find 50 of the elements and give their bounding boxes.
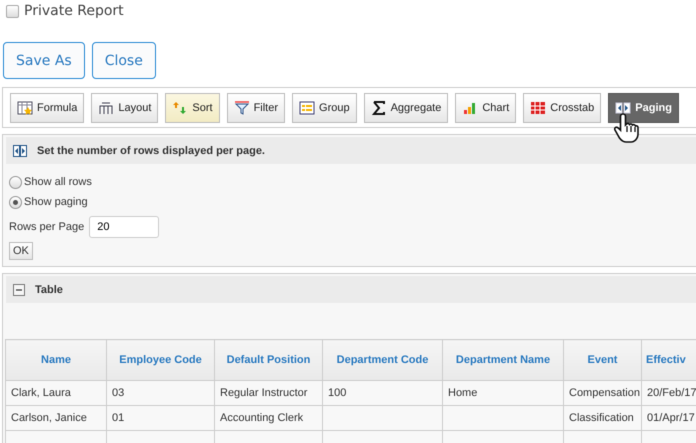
table-cell: 100 bbox=[328, 387, 346, 399]
group-icon bbox=[299, 100, 316, 114]
table-cell: Accounting Clerk bbox=[220, 412, 304, 424]
table-cell: Clark, Laura bbox=[11, 387, 71, 399]
collapse-icon[interactable] bbox=[13, 284, 25, 296]
table-cell: Home bbox=[448, 387, 478, 399]
toolbar-button[interactable]: Group bbox=[292, 92, 357, 122]
private-report-checkbox[interactable] bbox=[6, 4, 19, 18]
toolbar-button[interactable]: Filter bbox=[226, 92, 286, 122]
toolbar-button[interactable]: Formula bbox=[10, 92, 84, 122]
sigma-icon bbox=[370, 100, 387, 114]
table-cell: 01/Apr/17 bbox=[647, 412, 695, 424]
column-header[interactable]: Name bbox=[6, 340, 106, 380]
save-as-button[interactable]: Save As bbox=[3, 42, 85, 79]
toolbar-button[interactable]: Chart bbox=[455, 92, 516, 122]
radio-button[interactable] bbox=[9, 196, 22, 208]
column-header[interactable]: Department Name bbox=[442, 340, 564, 380]
rows-per-page-field[interactable]: 20 bbox=[89, 216, 160, 238]
paging-icon bbox=[615, 100, 632, 114]
column-header[interactable]: Default Position bbox=[214, 340, 322, 380]
table-cell: Classification bbox=[569, 412, 634, 424]
panel-title: Set the number of rows displayed per page. bbox=[37, 144, 265, 156]
table-cell: Compensation bbox=[569, 387, 640, 399]
column-header[interactable]: Employee Code bbox=[106, 340, 214, 380]
filter-icon bbox=[234, 100, 250, 114]
layout-icon bbox=[98, 100, 114, 114]
close-button[interactable]: Close bbox=[92, 42, 156, 79]
paging-icon bbox=[13, 144, 27, 156]
column-header[interactable]: Department Code bbox=[322, 340, 442, 380]
formula-icon bbox=[17, 100, 33, 114]
ok-button[interactable]: OK bbox=[9, 242, 33, 260]
radio-label: Show all rows bbox=[24, 176, 92, 188]
toolbar-button[interactable]: Layout bbox=[91, 92, 158, 122]
toolbar-button[interactable]: Sort bbox=[165, 92, 220, 122]
table-cell: Regular Instructor bbox=[220, 387, 308, 399]
column-header[interactable]: Effectiv bbox=[642, 340, 696, 380]
toolbar-button[interactable]: Aggregate bbox=[364, 92, 448, 122]
column-header[interactable]: Event bbox=[564, 340, 642, 380]
radio-label: Show paging bbox=[24, 196, 88, 208]
private-report-label: Private Report bbox=[24, 3, 124, 19]
table-cell: 01 bbox=[112, 412, 124, 424]
toolbar-button[interactable]: Crosstab bbox=[523, 92, 602, 122]
table-cell: 20/Feb/17 bbox=[647, 387, 696, 399]
grid-icon bbox=[530, 100, 546, 114]
panel-title: Table bbox=[35, 284, 63, 296]
sort-icon bbox=[172, 100, 188, 114]
rows-per-page-label: Rows per Page bbox=[9, 221, 84, 233]
radio-button[interactable] bbox=[9, 176, 22, 188]
table-cell: Carlson, Janice bbox=[11, 412, 87, 424]
table-cell: 03 bbox=[112, 387, 124, 399]
